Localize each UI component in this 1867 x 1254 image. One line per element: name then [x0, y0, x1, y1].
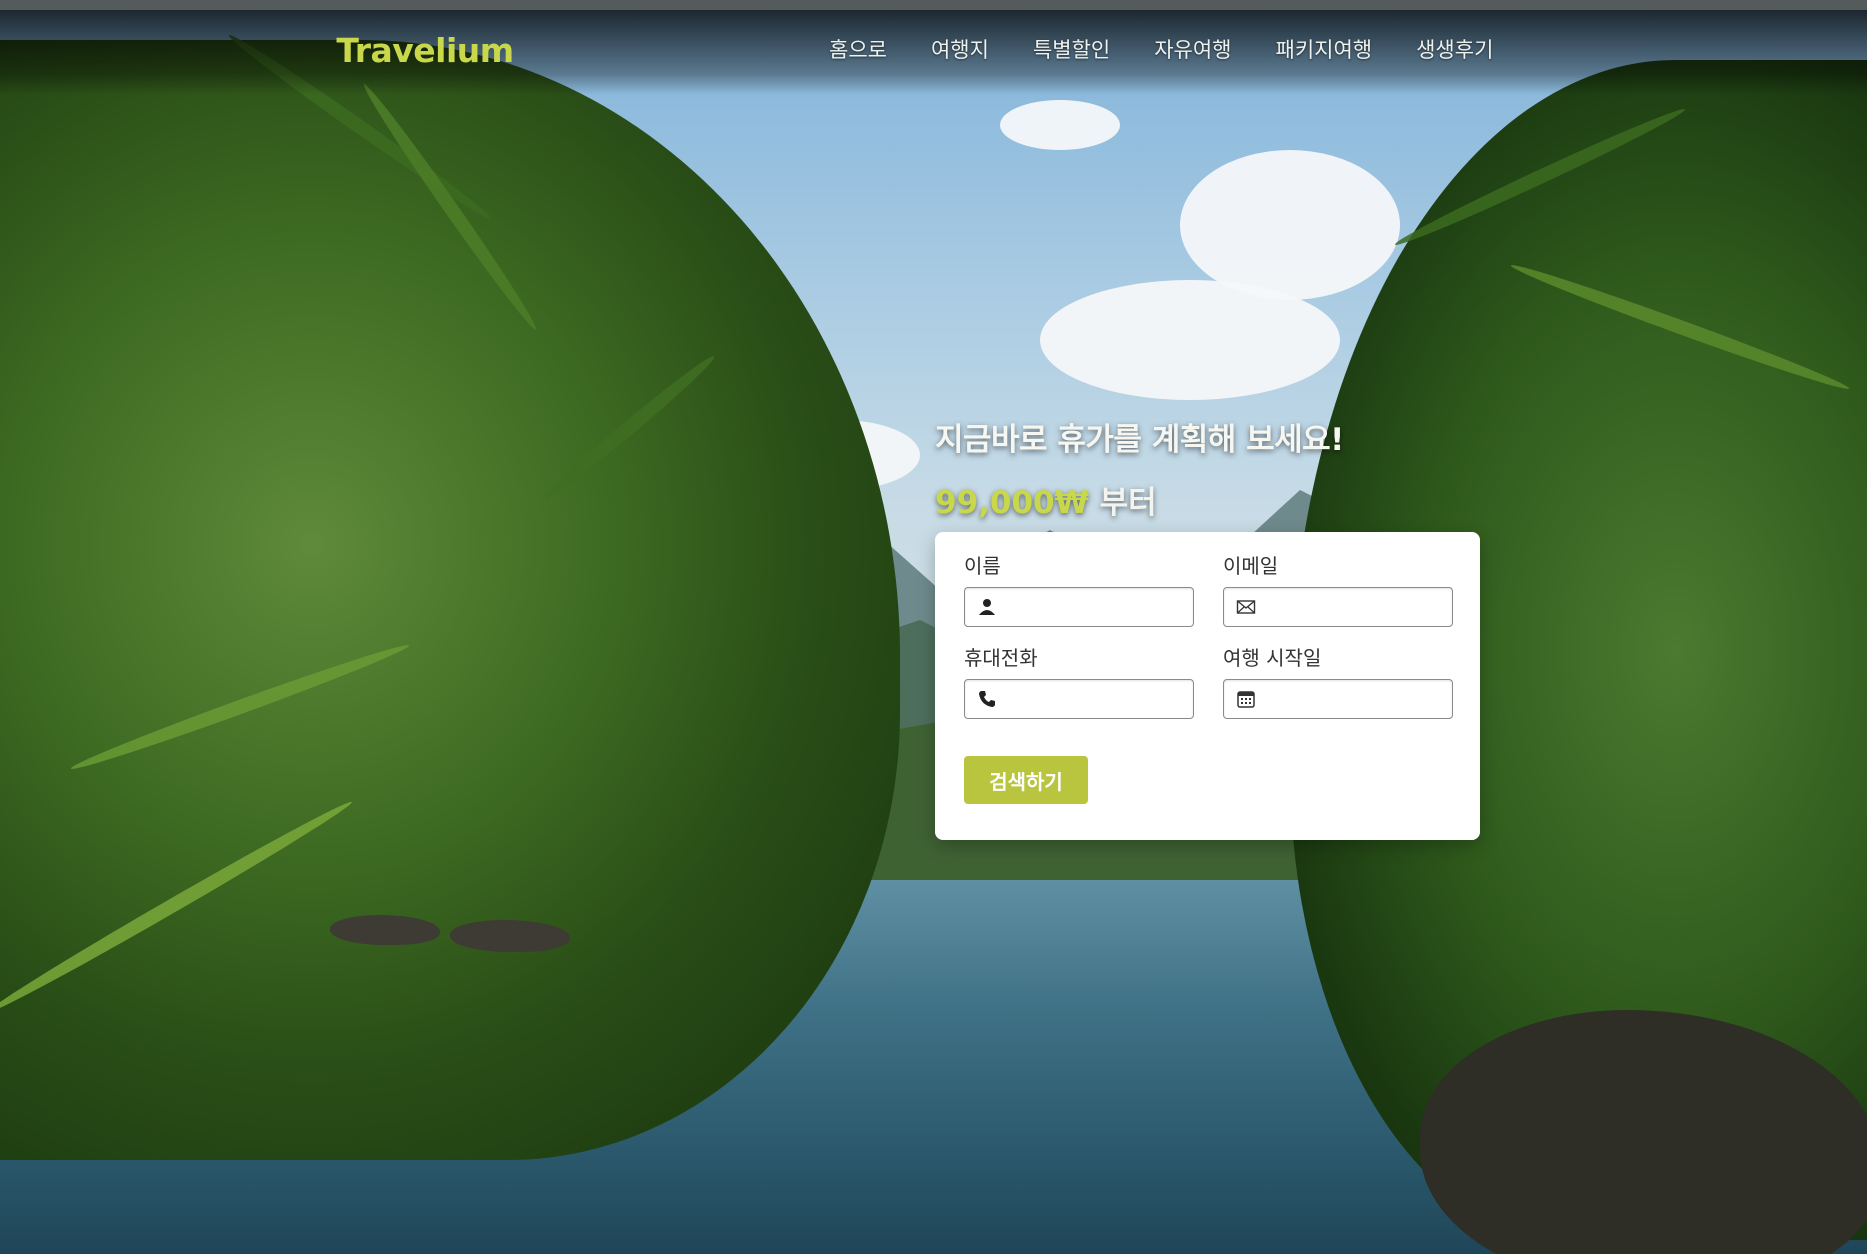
logo[interactable]: Travelium: [310, 20, 540, 80]
rock: [450, 920, 570, 952]
phone-input[interactable]: [1007, 680, 1191, 718]
hero-price: 99,000₩: [935, 485, 1089, 521]
cloud: [1180, 150, 1400, 300]
nav-item-free-travel[interactable]: 자유여행: [1154, 34, 1231, 64]
rock: [330, 915, 440, 945]
nav-item-destinations[interactable]: 여행지: [931, 34, 989, 64]
user-icon: [979, 599, 995, 615]
nav-item-special-deals[interactable]: 특별할인: [1033, 34, 1110, 64]
booking-form: 이름 이메일 휴대전화 여행 시작일 검색하기: [935, 532, 1480, 840]
search-button[interactable]: 검색하기: [964, 756, 1088, 804]
nav-item-reviews[interactable]: 생생후기: [1416, 34, 1493, 64]
cloud: [1000, 100, 1120, 150]
top-bar: [0, 0, 1867, 10]
nav-item-home[interactable]: 홈으로: [829, 34, 887, 64]
calendar-icon: [1237, 691, 1255, 708]
hero-price-suffix: 부터: [1088, 485, 1157, 521]
site-header: Travelium 홈으로 여행지 특별할인 자유여행 패키지여행 생생후기: [82, 12, 1812, 92]
start-date-label: 여행 시작일: [1223, 646, 1322, 670]
phone-field-group: 휴대전화: [964, 642, 1194, 719]
background-scene: [0, 0, 1867, 1254]
hero-title: 지금바로 휴가를 계획해 보세요!: [935, 422, 1344, 458]
name-field-group: 이름: [964, 550, 1194, 627]
phone-icon: [979, 691, 995, 707]
phone-label: 휴대전화: [964, 646, 1038, 670]
nav-item-package-travel[interactable]: 패키지여행: [1276, 34, 1373, 64]
envelope-icon: [1236, 600, 1256, 614]
name-input-box: [964, 587, 1194, 627]
name-label: 이름: [964, 554, 1001, 578]
email-input[interactable]: [1266, 588, 1450, 626]
start-date-input[interactable]: [1266, 680, 1450, 718]
name-input[interactable]: [1007, 588, 1191, 626]
main-nav: 홈으로 여행지 특별할인 자유여행 패키지여행 생생후기: [829, 34, 1537, 64]
start-date-field-group: 여행 시작일: [1223, 642, 1453, 719]
hero: 지금바로 휴가를 계획해 보세요! 99,000₩ 부터: [935, 414, 1515, 522]
phone-input-box: [964, 679, 1194, 719]
email-field-group: 이메일: [1223, 550, 1453, 627]
email-input-box: [1223, 587, 1453, 627]
hero-price-line: 99,000₩ 부터: [935, 477, 1515, 522]
email-label: 이메일: [1223, 554, 1279, 578]
start-date-input-box: [1223, 679, 1453, 719]
